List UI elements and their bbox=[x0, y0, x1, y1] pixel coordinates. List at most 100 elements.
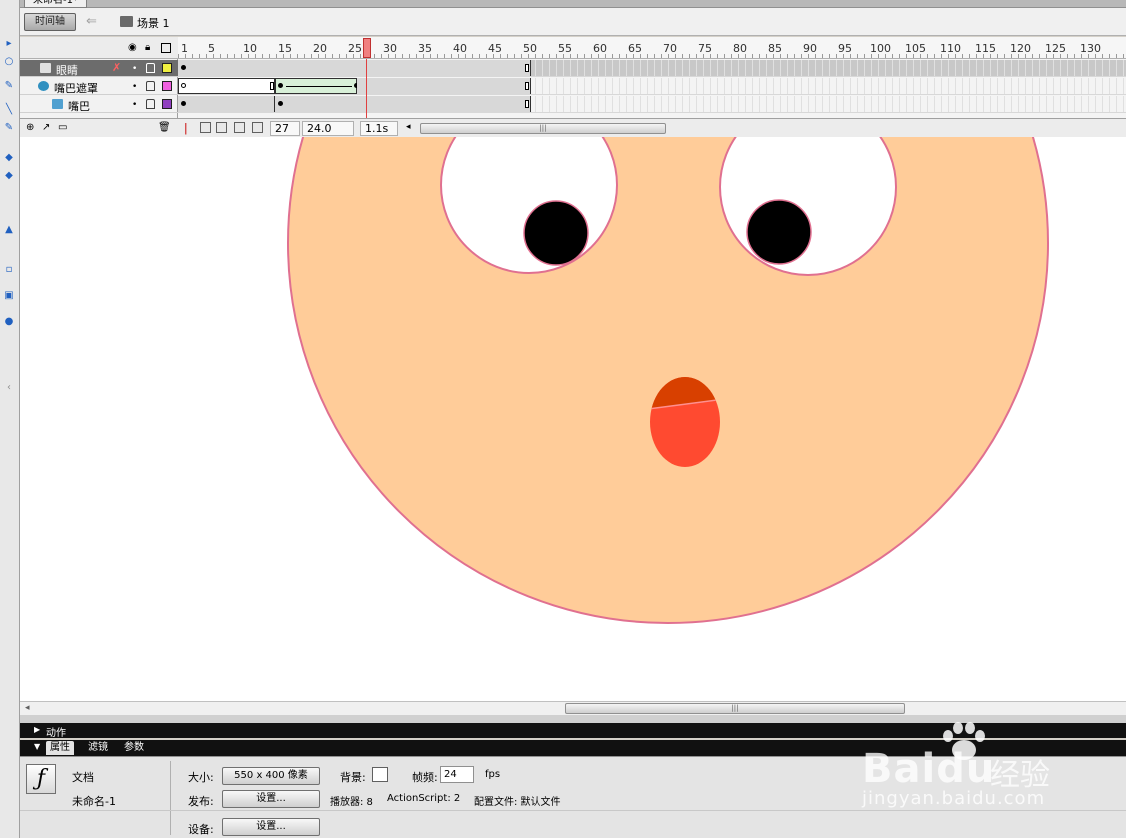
options-icon[interactable]: ‹ bbox=[2, 382, 16, 394]
end-frame-marker[interactable] bbox=[525, 100, 529, 108]
keyframe[interactable] bbox=[278, 83, 283, 88]
keyframe[interactable] bbox=[181, 101, 186, 106]
layer-color-box[interactable] bbox=[162, 63, 172, 73]
back-arrow-icon[interactable]: ⇐ bbox=[86, 14, 97, 29]
modify-onion-markers-icon[interactable] bbox=[252, 122, 263, 133]
keyframe[interactable] bbox=[181, 65, 186, 70]
frame-span[interactable] bbox=[178, 60, 531, 76]
layer-row-eyes[interactable]: 眼睛 ✗ • bbox=[20, 60, 178, 77]
onion-skin-icon[interactable] bbox=[200, 122, 211, 133]
pen-tool-icon[interactable]: ✎ bbox=[2, 80, 16, 92]
hand-tool-icon[interactable]: ▫ bbox=[2, 264, 16, 276]
subselect-tool-icon[interactable]: ▸ bbox=[2, 38, 16, 50]
face-drawing[interactable] bbox=[20, 137, 1126, 701]
tab-filters[interactable]: 滤镜 bbox=[84, 741, 112, 755]
frame-ruler[interactable]: 1 5 10 15 20 25 30 35 40 45 50 55 60 65 … bbox=[178, 37, 1126, 59]
stage-scrollbar-thumb[interactable]: ||| bbox=[565, 703, 905, 714]
ruler-tick: 90 bbox=[803, 42, 817, 55]
lock-icon[interactable] bbox=[146, 63, 155, 73]
lock-icon[interactable] bbox=[146, 81, 155, 91]
stage-hscrollbar[interactable]: ◂ ||| bbox=[20, 701, 1126, 715]
timeline-scrollbar-thumb[interactable]: ||| bbox=[420, 123, 666, 134]
device-label: 设备: bbox=[188, 823, 214, 836]
ink-bottle-tool-icon[interactable]: ◆ bbox=[2, 152, 16, 164]
keyframe[interactable] bbox=[278, 101, 283, 106]
layer-color-box[interactable] bbox=[162, 81, 172, 91]
actions-panel-title[interactable]: 动作 bbox=[46, 724, 66, 739]
document-tab[interactable]: 未命名-1* bbox=[24, 0, 87, 8]
face-shape bbox=[287, 137, 1049, 624]
end-frame-marker[interactable] bbox=[525, 82, 529, 90]
scene-clapper-icon bbox=[120, 16, 133, 27]
end-frame-marker[interactable] bbox=[270, 82, 274, 90]
layer-name[interactable]: 嘴巴遮罩 bbox=[54, 80, 98, 96]
layer-color-box[interactable] bbox=[162, 99, 172, 109]
properties-tab-bar: ▼ 属性 滤镜 参数 bbox=[20, 740, 1126, 756]
outline-all-icon[interactable] bbox=[161, 43, 171, 53]
pencil-tool-icon[interactable]: ✎ bbox=[2, 122, 16, 134]
onion-skin-outlines-icon[interactable] bbox=[216, 122, 227, 133]
tween-arrow bbox=[286, 86, 352, 87]
insert-layer-icon[interactable]: ⊕ bbox=[26, 122, 34, 133]
playhead[interactable] bbox=[363, 38, 371, 58]
collapse-arrow-icon[interactable]: ▼ bbox=[34, 742, 40, 751]
frame-row-mouth-mask[interactable] bbox=[178, 78, 1126, 95]
insert-folder-icon[interactable]: ▭ bbox=[58, 122, 67, 133]
document-size-button[interactable]: 550 x 400 像素 bbox=[222, 767, 320, 785]
layer-row-mouth-mask[interactable]: 嘴巴遮罩 • bbox=[20, 78, 178, 95]
frame-rate-readout[interactable]: 24.0 fps bbox=[302, 121, 354, 148]
edit-multiple-frames-icon[interactable] bbox=[234, 122, 245, 133]
stage-canvas[interactable] bbox=[20, 137, 1126, 701]
tab-parameters[interactable]: 参数 bbox=[120, 741, 148, 755]
frame-span[interactable] bbox=[178, 78, 275, 94]
device-settings-button[interactable]: 设置... bbox=[222, 818, 320, 836]
ruler-tick: 30 bbox=[383, 42, 397, 55]
actions-panel-header[interactable]: ▶ 动作 bbox=[20, 723, 1126, 739]
lasso-tool-icon[interactable]: ○ bbox=[2, 56, 16, 68]
layer-name[interactable]: 眼睛 bbox=[56, 62, 78, 78]
flash-document-icon: ƒ bbox=[26, 764, 56, 794]
visible-dot-icon[interactable]: • bbox=[132, 82, 137, 92]
end-frame-marker[interactable] bbox=[525, 64, 529, 72]
background-color-swatch[interactable] bbox=[372, 767, 388, 782]
stroke-color-icon[interactable]: ▣ bbox=[2, 290, 16, 302]
fill-color-icon[interactable]: ● bbox=[2, 316, 16, 328]
visible-dot-icon[interactable]: • bbox=[132, 100, 137, 110]
frame-row-eyes[interactable] bbox=[178, 60, 1126, 77]
tab-properties[interactable]: 属性 bbox=[46, 741, 74, 755]
text-tool-icon[interactable]: ╲ bbox=[2, 104, 16, 116]
empty-keyframe[interactable] bbox=[181, 83, 186, 88]
expand-arrow-icon[interactable]: ▶ bbox=[34, 725, 40, 734]
layer-name[interactable]: 嘴巴 bbox=[68, 98, 90, 114]
lock-icon[interactable] bbox=[146, 99, 155, 109]
center-frame-icon[interactable]: ǀ bbox=[184, 121, 188, 135]
delete-layer-icon[interactable]: 🗑︎ bbox=[158, 122, 171, 133]
publish-label: 发布: bbox=[188, 795, 214, 808]
layer-row-mouth[interactable]: 嘴巴 • bbox=[20, 96, 178, 113]
frame-row-mouth[interactable] bbox=[178, 96, 1126, 113]
paint-bucket-tool-icon[interactable]: ◆ bbox=[2, 170, 16, 182]
frame-span[interactable] bbox=[357, 78, 531, 94]
ruler-tick: 60 bbox=[593, 42, 607, 55]
frame-grid[interactable]: 1 5 10 15 20 25 30 35 40 45 50 55 60 65 … bbox=[178, 37, 1126, 148]
publish-settings-button[interactable]: 设置... bbox=[222, 790, 320, 808]
show-hide-eye-icon[interactable]: ◉ bbox=[128, 42, 137, 53]
scroll-left-arrow-icon[interactable]: ◂ bbox=[406, 122, 411, 132]
inspector-divider bbox=[170, 761, 171, 835]
ruler-tick: 25 bbox=[348, 42, 362, 55]
frame-span[interactable] bbox=[178, 96, 275, 112]
left-pupil bbox=[523, 200, 589, 266]
lock-all-icon[interactable]: 🔒︎ bbox=[145, 42, 150, 53]
visible-dot-icon[interactable]: • bbox=[132, 64, 137, 74]
pencil-edit-icon: ✗ bbox=[112, 61, 122, 74]
frame-span[interactable] bbox=[275, 96, 531, 112]
elapsed-time-readout: 1.1s bbox=[360, 121, 398, 136]
eraser-tool-icon[interactable]: ▲ bbox=[2, 224, 16, 236]
framerate-input[interactable]: 24 bbox=[440, 766, 474, 783]
scene-label[interactable]: 场景 1 bbox=[137, 15, 170, 31]
timeline-toggle-button[interactable]: 时间轴 bbox=[24, 13, 76, 31]
doc-type-label: 文档 bbox=[72, 771, 94, 784]
add-motion-guide-icon[interactable]: ↗ bbox=[42, 122, 50, 133]
panel-splitter[interactable] bbox=[20, 715, 1126, 723]
scroll-left-arrow-icon[interactable]: ◂ bbox=[25, 703, 30, 713]
